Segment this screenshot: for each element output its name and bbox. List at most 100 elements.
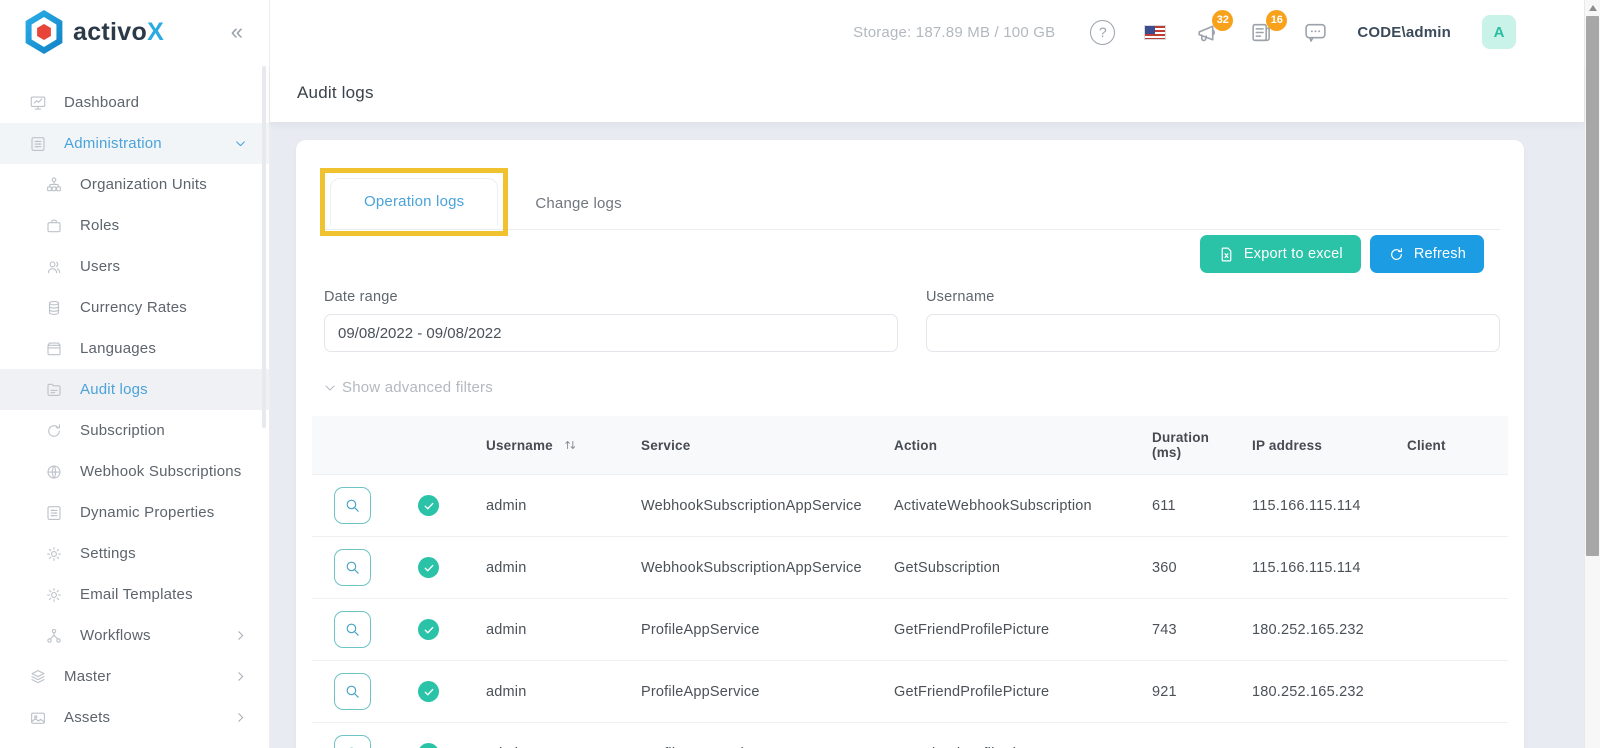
refresh-button[interactable]: Refresh	[1369, 235, 1484, 273]
table-row: admin ProfileAppService GetFriendProfile…	[312, 660, 1508, 723]
storage-indicator: Storage: 187.89 MB / 100 GB	[853, 23, 1056, 41]
email-templates-icon	[44, 586, 63, 604]
sidebar-item-label: Currency Rates	[80, 299, 188, 316]
sidebar-item-subscription[interactable]: Subscription	[0, 410, 269, 451]
audit-logs-card: Operation logs Change logs Export to exc…	[296, 140, 1524, 748]
sidebar-item-label: Subscription	[80, 422, 165, 439]
col-status	[400, 416, 478, 475]
sidebar-item-dashboard[interactable]: Dashboard	[0, 82, 269, 123]
sidebar-item-label: Users	[80, 258, 121, 275]
avatar[interactable]: A	[1482, 15, 1516, 49]
sort-icon[interactable]	[563, 438, 578, 452]
sidebar-item-label: Webhook Subscriptions	[80, 463, 242, 480]
webhook-icon	[44, 463, 63, 481]
chevron-down-icon	[234, 137, 247, 150]
col-service: Service	[641, 437, 691, 453]
sidebar-collapse-icon[interactable]: «	[231, 21, 243, 43]
export-to-excel-button[interactable]: Export to excel	[1199, 235, 1361, 273]
sidebar-item-roles[interactable]: Roles	[0, 205, 269, 246]
tab-bar: Operation logs Change logs	[320, 160, 1500, 236]
cell-service: WebhookSubscriptionAppService	[633, 536, 886, 599]
sidebar-item-label: Languages	[80, 340, 157, 357]
scrollbar-thumb[interactable]	[1586, 16, 1599, 556]
view-detail-button[interactable]	[334, 735, 371, 748]
date-range-input[interactable]	[324, 314, 898, 352]
sidebar-item-currency-rates[interactable]: Currency Rates	[0, 287, 269, 328]
view-detail-button[interactable]	[334, 611, 371, 648]
page-scrollbar[interactable]	[1584, 0, 1600, 748]
page-title-bar: Audit logs	[270, 64, 1584, 122]
sidebar-item-master[interactable]: Master	[0, 656, 269, 697]
cell-duration: 921	[1144, 660, 1244, 723]
announcements-button[interactable]: 32	[1195, 9, 1234, 45]
annotation-highlight-box: Operation logs	[320, 168, 509, 236]
excel-file-icon	[1221, 247, 1232, 261]
languages-icon	[44, 340, 63, 358]
success-check-icon	[418, 743, 439, 748]
sidebar-item-languages[interactable]: Languages	[0, 328, 269, 369]
tab-change-logs[interactable]: Change logs	[508, 182, 648, 229]
content: Operation logs Change logs Export to exc…	[270, 122, 1584, 748]
help-button[interactable]: ?	[1090, 19, 1116, 45]
chevron-right-icon	[234, 711, 247, 724]
refresh-icon	[1390, 247, 1402, 260]
current-user[interactable]: CODE\admin	[1357, 24, 1451, 41]
sidebar-item-webhook-subscriptions[interactable]: Webhook Subscriptions	[0, 451, 269, 492]
language-flag-button[interactable]	[1144, 24, 1167, 40]
scroll-up-arrow-icon[interactable]	[1589, 5, 1597, 11]
master-icon	[28, 668, 47, 686]
username-input[interactable]	[926, 314, 1500, 352]
sidebar-item-label: Email Templates	[80, 586, 193, 603]
cell-ip: 115.166.115.114	[1244, 474, 1399, 537]
sidebar-item-administration[interactable]: Administration	[0, 123, 269, 164]
tab-operation-logs[interactable]: Operation logs	[330, 178, 499, 226]
cell-service: WebhookSubscriptionAppService	[633, 474, 886, 537]
sidebar-item-dynamic-properties[interactable]: Dynamic Properties	[0, 492, 269, 533]
logo: activoX «	[0, 0, 269, 64]
brand-name-accent: X	[147, 17, 165, 46]
table-header-row: Username Service Action Duration (ms) IP…	[312, 416, 1508, 475]
sidebar-item-workflows[interactable]: Workflows	[0, 615, 269, 656]
cell-username: admin	[478, 598, 633, 661]
sidebar-scrollbar-thumb[interactable]	[262, 66, 266, 428]
topbar: Storage: 187.89 MB / 100 GB ? 32 16 CODE…	[270, 0, 1584, 64]
col-username[interactable]: Username	[478, 416, 633, 475]
export-label: Export to excel	[1243, 246, 1343, 262]
cell-username: admin	[478, 474, 633, 537]
sidebar-item-label: Roles	[80, 217, 120, 234]
search-icon	[346, 685, 359, 698]
sidebar-item-settings[interactable]: Settings	[0, 533, 269, 574]
date-range-label: Date range	[324, 289, 398, 305]
show-advanced-filters-toggle[interactable]: Show advanced filters	[324, 379, 1496, 396]
dynamic-properties-icon	[44, 504, 63, 522]
cell-action: ActivateWebhookSubscription	[886, 474, 1144, 537]
roles-icon	[44, 217, 63, 235]
cell-action: GetSubscription	[886, 536, 1144, 599]
settings-gear-icon	[44, 545, 63, 563]
cell-action: GetFriendProfilePicture	[886, 660, 1144, 723]
sidebar-item-organization-units[interactable]: Organization Units	[0, 164, 269, 205]
sidebar-item-label: Assets	[64, 709, 111, 726]
announcements-badge: 32	[1212, 9, 1234, 31]
view-detail-button[interactable]	[334, 549, 371, 586]
search-icon	[346, 623, 359, 636]
search-icon	[346, 561, 359, 574]
view-detail-button[interactable]	[334, 487, 371, 524]
cell-action: GetFriendProfilePicture	[886, 722, 1144, 748]
news-badge: 16	[1266, 9, 1288, 31]
brand-hexagon-icon	[25, 10, 63, 54]
cell-service: ProfileAppService	[633, 722, 886, 748]
filters: Date range Username	[324, 289, 1500, 352]
chat-button[interactable]	[1303, 20, 1328, 45]
table-row: admin WebhookSubscriptionAppService Acti…	[312, 474, 1508, 537]
sidebar-item-users[interactable]: Users	[0, 246, 269, 287]
page-title: Audit logs	[297, 83, 374, 102]
view-detail-button[interactable]	[334, 673, 371, 710]
news-button[interactable]: 16	[1249, 9, 1288, 45]
administration-icon	[28, 135, 47, 153]
sidebar-item-email-templates[interactable]: Email Templates	[0, 574, 269, 615]
search-icon	[346, 499, 359, 512]
sidebar-item-assets[interactable]: Assets	[0, 697, 269, 738]
success-check-icon	[418, 619, 439, 640]
sidebar-item-audit-logs[interactable]: Audit logs	[0, 369, 269, 410]
